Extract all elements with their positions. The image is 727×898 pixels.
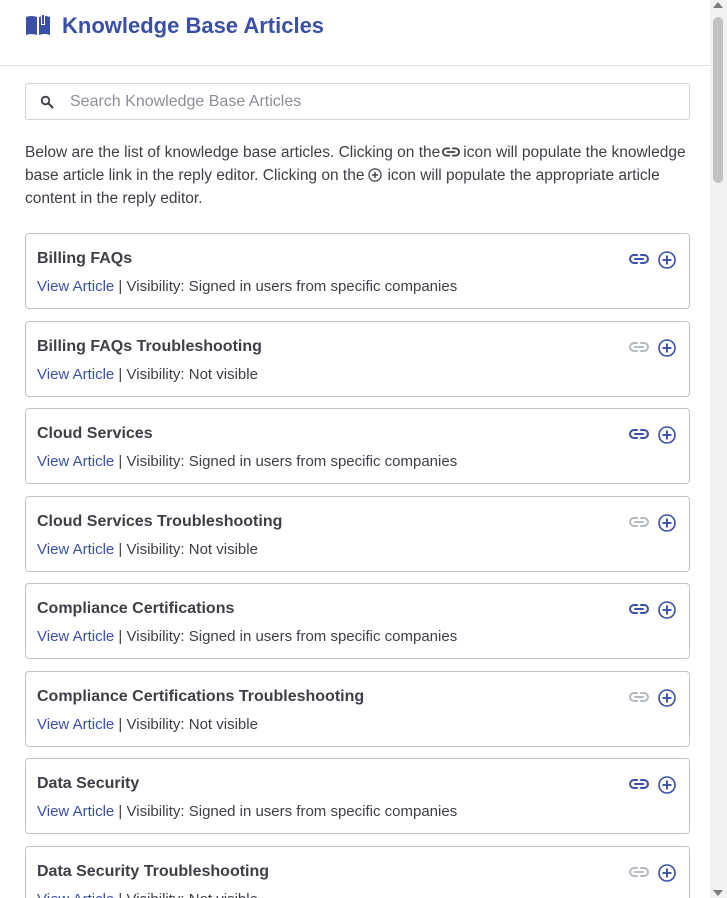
article-title: Data Security Troubleshooting xyxy=(37,862,270,880)
search-input[interactable] xyxy=(70,84,670,119)
link-icon xyxy=(442,147,461,157)
view-article-link[interactable]: View Article xyxy=(37,541,114,558)
insert-link-icon[interactable] xyxy=(629,689,649,705)
article-card: Data Security View Article | Visibility: … xyxy=(25,758,690,834)
article-title: Compliance Certifications xyxy=(37,600,235,617)
insert-link-icon[interactable] xyxy=(629,251,649,267)
article-visibility: | Visibility: Not visible xyxy=(114,715,258,733)
insert-content-icon[interactable] xyxy=(657,425,677,445)
article-visibility: | Visibility: Signed in users from speci… xyxy=(114,628,458,645)
add-circle-icon xyxy=(368,168,383,182)
insert-link-icon[interactable] xyxy=(629,339,649,355)
article-visibility: | Visibility: Signed in users from speci… xyxy=(114,453,458,470)
article-visibility: | Visibility: Signed in users from speci… xyxy=(114,803,458,820)
article-meta: View Article | Visibility: Not visible xyxy=(37,366,258,383)
article-title: Billing FAQs Troubleshooting xyxy=(37,337,262,355)
article-card: Billing FAQs Troubleshooting View Article… xyxy=(25,320,690,397)
view-article-link[interactable]: View Article xyxy=(37,278,114,295)
view-article-link[interactable]: View Article xyxy=(37,453,114,470)
insert-content-icon[interactable] xyxy=(657,600,677,620)
insert-content-icon[interactable] xyxy=(657,250,677,270)
article-card: Cloud Services View Article | Visibility:… xyxy=(25,408,690,484)
insert-content-icon[interactable] xyxy=(657,513,677,533)
article-card: Compliance Certifications Troubleshootin… xyxy=(25,670,690,747)
article-card: Billing FAQs View Article | Visibility: S… xyxy=(25,233,690,309)
view-article-link[interactable]: View Article xyxy=(37,628,114,645)
insert-link-icon[interactable] xyxy=(629,601,649,617)
article-visibility: | Visibility: Not visible xyxy=(114,540,258,558)
article-meta: View Article | Visibility: Not visible xyxy=(37,716,258,733)
instructions-part-1: Below are the list of knowledge base art… xyxy=(25,144,441,161)
article-title: Cloud Services Troubleshooting xyxy=(37,512,283,530)
view-article-link[interactable]: View Article xyxy=(37,803,114,820)
article-title: Data Security xyxy=(37,775,140,792)
article-visibility: | Visibility: Not visible xyxy=(114,891,258,898)
view-article-link[interactable]: View Article xyxy=(37,716,114,733)
article-meta: View Article | Visibility: Signed in use… xyxy=(37,803,457,820)
insert-link-icon[interactable] xyxy=(629,776,649,792)
search-icon xyxy=(40,95,54,109)
article-meta: View Article | Visibility: Signed in use… xyxy=(37,628,457,645)
page-title: Knowledge Base Articles xyxy=(62,13,325,38)
scrollbar[interactable] xyxy=(710,0,727,898)
article-meta: View Article | Visibility: Not visible xyxy=(37,891,258,898)
scroll-down-arrow-icon[interactable] xyxy=(713,890,723,896)
panel-header: Knowledge Base Articles xyxy=(0,0,710,66)
insert-content-icon[interactable] xyxy=(657,775,677,795)
scrollbar-thumb[interactable] xyxy=(713,17,723,183)
article-card: Cloud Services Troubleshooting View Artic… xyxy=(25,495,690,572)
search-box xyxy=(25,83,690,120)
article-card: Compliance Certifications View Article | … xyxy=(25,583,690,659)
article-meta: View Article | Visibility: Signed in use… xyxy=(37,453,457,470)
view-article-link[interactable]: View Article xyxy=(37,891,114,898)
article-title: Cloud Services xyxy=(37,425,153,442)
kb-panel: Knowledge Base Articles Below are the li… xyxy=(0,0,710,898)
insert-content-icon[interactable] xyxy=(657,863,677,883)
article-title: Billing FAQs xyxy=(37,250,133,267)
article-meta: View Article | Visibility: Signed in use… xyxy=(37,278,457,295)
instructions-text: Below are the list of knowledge base art… xyxy=(25,141,690,210)
view-article-link[interactable]: View Article xyxy=(37,366,114,383)
article-card: Data Security Troubleshooting View Articl… xyxy=(25,845,690,898)
insert-link-icon[interactable] xyxy=(629,514,649,530)
scroll-up-arrow-icon[interactable] xyxy=(713,2,723,8)
article-meta: View Article | Visibility: Not visible xyxy=(37,541,258,558)
insert-content-icon[interactable] xyxy=(657,338,677,358)
article-title: Compliance Certifications Troubleshootin… xyxy=(37,687,365,705)
insert-content-icon[interactable] xyxy=(657,688,677,708)
insert-link-icon[interactable] xyxy=(629,864,649,880)
insert-link-icon[interactable] xyxy=(629,426,649,442)
book-open-icon xyxy=(26,15,50,35)
article-visibility: | Visibility: Signed in users from speci… xyxy=(114,278,458,295)
article-visibility: | Visibility: Not visible xyxy=(114,365,258,383)
